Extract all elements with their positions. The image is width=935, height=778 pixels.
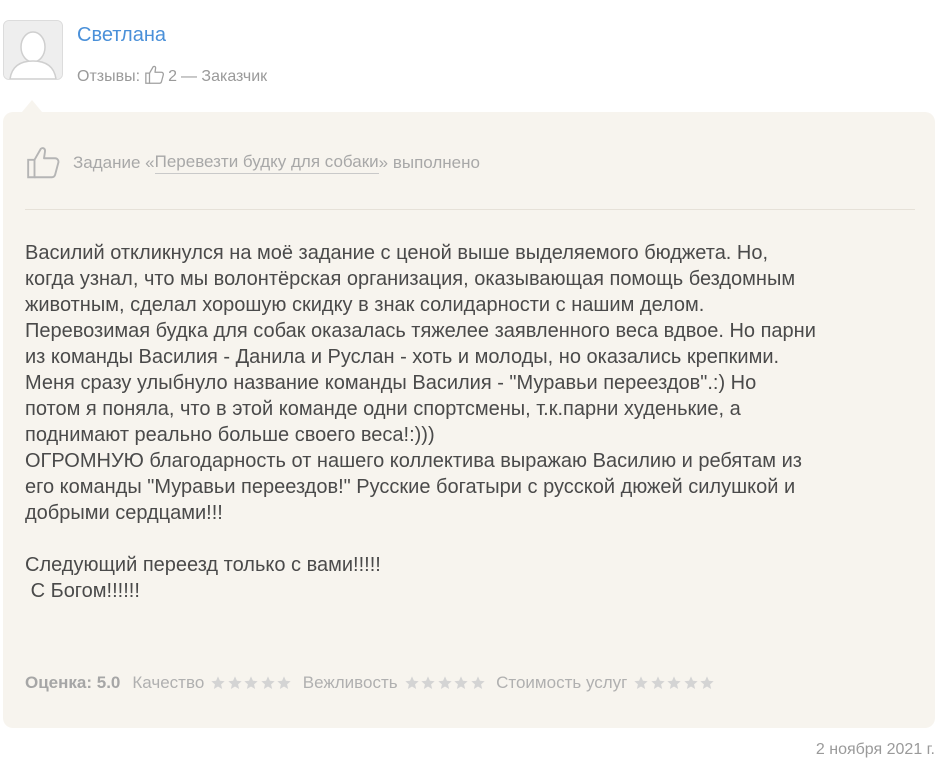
star-icon [700,676,715,689]
star-icon [454,676,468,689]
star-icon [261,676,275,689]
task-prefix: Задание « [73,153,155,172]
user-silhouette-icon [4,21,62,79]
criterion-label: Стоимость услуг [496,673,628,692]
star-icon [404,676,419,689]
task-suffix: » выполнено [378,153,480,172]
avatar[interactable] [3,20,63,80]
criterion-politeness: Вежливость [303,673,486,693]
star-icon [277,676,291,689]
review-header: Светлана Отзывы: 2 — Заказчик [0,0,935,100]
star-icon [634,676,649,689]
review-text: Василий откликнулся на моё задание с цен… [25,242,816,602]
star-icon [684,676,698,689]
criterion-label: Вежливость [302,673,398,692]
review-date: 2 ноября 2021 г. [815,741,935,758]
star-icon [421,676,435,689]
rating-score: Оценка: 5.0 [25,673,121,692]
star-icon [211,676,225,689]
thumbs-up-icon [145,65,165,84]
thumbs-up-icon [27,147,60,179]
criterion-label: Качество [132,673,205,692]
star-rating [633,675,716,691]
rating-row: Оценка: 5.0 Качество Вежливость Стоимост… [25,673,726,693]
author-meta: Отзывы: 2 — Заказчик [77,65,268,88]
reviews-count: 2 [168,68,177,85]
star-icon [437,676,452,689]
card-tail [22,100,42,112]
star-icon [228,676,242,689]
star-rating [404,675,487,691]
star-icon [244,676,258,689]
criterion-quality: Качество [132,673,292,693]
author-role: — Заказчик [180,68,268,85]
author-name-link[interactable]: Светлана [77,24,166,47]
star-icon [651,676,665,689]
divider [25,209,915,210]
review-card: Задание «Перевезти будку для собаки» вып… [3,112,935,728]
star-rating [210,675,293,691]
criterion-price: Стоимость услуг [496,673,716,693]
task-link[interactable]: Перевезти будку для собаки [154,152,379,174]
star-icon [470,676,485,689]
task-status: Задание «Перевезти будку для собаки» вып… [25,144,480,182]
star-icon [667,676,682,689]
reviews-label: Отзывы: [77,68,141,85]
